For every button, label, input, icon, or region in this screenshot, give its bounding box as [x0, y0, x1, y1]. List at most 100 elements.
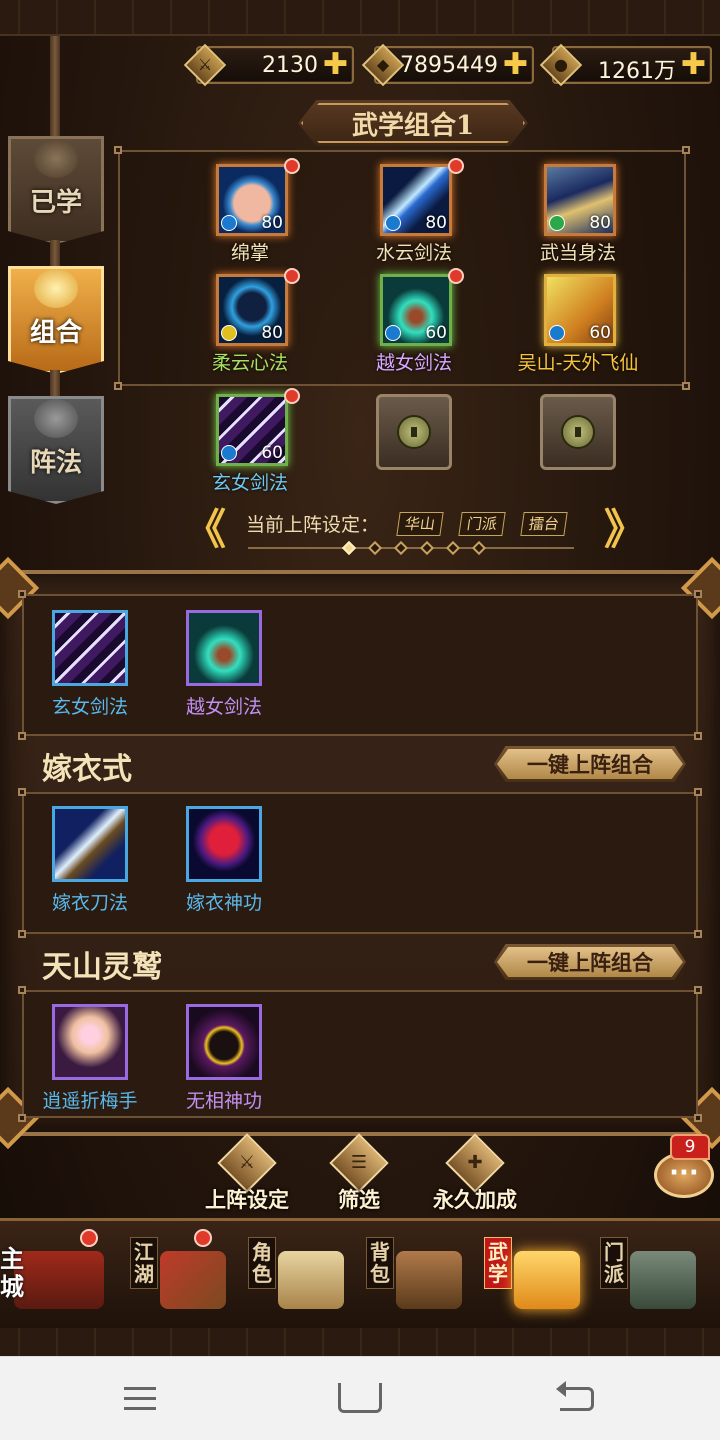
new-dot-icon [448, 268, 464, 284]
tab-learned[interactable]: 已学 [8, 136, 104, 244]
coin-icon: ● [539, 43, 583, 87]
equip-set-button[interactable]: 一键上阵组合 [494, 944, 686, 980]
page-indicator [248, 540, 574, 556]
resource-stamina[interactable]: ⚔ 2130 ✚ [183, 43, 354, 87]
set-skill-wuxiang[interactable]: 无相神功 [156, 1004, 292, 1114]
skill-level: 60 [425, 323, 447, 343]
chat-badge: 9 [670, 1134, 710, 1160]
top-ornament-border [0, 0, 720, 36]
scroll-emblem-icon [34, 269, 78, 308]
new-dot-icon [284, 388, 300, 404]
skill-name: 逍遥折梅手 [42, 1090, 138, 1112]
bag-icon [396, 1251, 462, 1309]
next-arrow-icon[interactable]: 》 [604, 509, 646, 551]
deploy-settings-button[interactable]: ⚔ 上阵设定 [192, 1133, 302, 1218]
skill-level: 80 [425, 213, 447, 233]
panel-corner [114, 146, 122, 154]
menu-button[interactable] [110, 1377, 170, 1421]
page-dot[interactable] [445, 540, 461, 556]
prev-arrow-icon[interactable]: 《 [184, 509, 226, 551]
new-dot-icon [448, 158, 464, 174]
page-dot[interactable] [341, 540, 357, 556]
nav-character[interactable]: 角色 [238, 1227, 350, 1327]
add-resource-icon[interactable]: ✚ [323, 50, 348, 80]
wuxiang-gong-icon [186, 1004, 262, 1080]
add-resource-icon[interactable]: ✚ [681, 50, 706, 80]
nav-jianghu[interactable]: 江湖 [120, 1227, 232, 1327]
skill-slot-rouyun[interactable]: 80 柔云心法 [180, 268, 320, 384]
home-button[interactable] [330, 1377, 390, 1421]
nav-label: 主城 [0, 1244, 24, 1301]
skill-level: 60 [261, 443, 283, 463]
skill-name: 玄女剑法 [211, 472, 288, 494]
locked-skill-slot[interactable] [376, 394, 452, 470]
tab-formation[interactable]: 阵法 [8, 396, 104, 504]
tab-rope [50, 370, 60, 400]
nav-label: 江湖 [130, 1237, 158, 1289]
nav-label: 武学 [484, 1237, 512, 1289]
skill-name: 绵掌 [230, 242, 269, 264]
page-dot[interactable] [393, 540, 409, 556]
nav-bag[interactable]: 背包 [356, 1227, 468, 1327]
locked-skill-slot[interactable] [540, 394, 616, 470]
resource-value: 1261万 [598, 59, 676, 84]
page-dot[interactable] [419, 540, 435, 556]
notify-dot-icon [80, 1229, 98, 1247]
nav-martial-arts[interactable]: 武学 [474, 1227, 586, 1327]
resource-value: 2130 [262, 53, 318, 78]
body-technique-icon: 80 [544, 164, 616, 236]
skill-slot-yuenv[interactable]: 60 越女剑法 [344, 268, 484, 384]
meditation-icon: 80 [216, 274, 288, 346]
tool-label: 上阵设定 [205, 1187, 289, 1212]
skill-name: 嫁衣神功 [185, 892, 262, 914]
yuenv-sword-icon: 60 [380, 274, 452, 346]
skill-level: 60 [589, 323, 611, 343]
tool-label: 永久加成 [433, 1187, 517, 1212]
set-skill-xuannv[interactable]: 玄女剑法 [22, 610, 158, 720]
cauldron-icon [630, 1251, 696, 1309]
palm-icon: 80 [216, 164, 288, 236]
permanent-bonus-button[interactable]: ✚ 永久加成 [420, 1133, 530, 1218]
tab-combo[interactable]: 组合 [8, 266, 104, 374]
resource-silver[interactable]: ● 1261万 ✚ [539, 43, 712, 87]
tool-bar: ⚔ 上阵设定 ☰ 筛选 ✚ 永久加成 [0, 1133, 720, 1220]
menu-icon [124, 1387, 156, 1411]
page-dot[interactable] [367, 540, 383, 556]
add-resource-icon[interactable]: ✚ [503, 50, 528, 80]
tag-sect: 门派 [458, 512, 506, 536]
set-title: 嫁衣式 [42, 752, 132, 787]
combo-title-banner: 武学组合1 [298, 100, 528, 146]
tab-rope [50, 36, 60, 146]
nav-main-city[interactable]: 主城 [0, 1227, 112, 1327]
panel-corner [114, 382, 122, 390]
page-dot[interactable] [471, 540, 487, 556]
nav-sect[interactable]: 门派 [590, 1227, 702, 1327]
skill-name: 越女剑法 [185, 696, 262, 718]
equip-set-button[interactable]: 一键上阵组合 [494, 746, 686, 782]
skill-slot-shuiyun[interactable]: 80 水云剑法 [344, 158, 484, 274]
skill-slot-wushan[interactable]: 60 吴山-天外飞仙 [508, 274, 648, 384]
set-skill-yuenv[interactable]: 越女剑法 [156, 610, 292, 720]
filter-button[interactable]: ☰ 筛选 [304, 1133, 414, 1218]
nav-label: 背包 [366, 1237, 394, 1289]
set-skill-jiayi-blade[interactable]: 嫁衣刀法 [22, 806, 158, 916]
tag-huashan: 华山 [396, 512, 444, 536]
nav-label: 门派 [600, 1237, 628, 1289]
system-nav-bar [0, 1356, 720, 1440]
skill-level: 80 [261, 213, 283, 233]
back-button[interactable] [548, 1377, 608, 1421]
tool-label: 筛选 [338, 1187, 380, 1212]
skill-name: 玄女剑法 [51, 696, 128, 718]
resource-value: 7895449 [400, 53, 498, 78]
set-skill-jiayi-gong[interactable]: 嫁衣神功 [156, 806, 292, 916]
home-icon [338, 1383, 382, 1413]
skill-slot-xuannv[interactable]: 60 玄女剑法 [180, 388, 320, 504]
lock-icon [561, 415, 595, 449]
skill-slot-wudang[interactable]: 80 武当身法 [508, 164, 648, 274]
skill-name: 吴山-天外飞仙 [517, 352, 639, 374]
blue-sword-icon: 80 [380, 164, 452, 236]
scroll-icon [278, 1251, 344, 1309]
set-skill-plum-hand[interactable]: 逍遥折梅手 [22, 1004, 158, 1114]
skill-slot-mianzhang[interactable]: 80 绵掌 [180, 158, 320, 274]
resource-diamond[interactable]: ◆ 7895449 ✚ [361, 43, 534, 87]
